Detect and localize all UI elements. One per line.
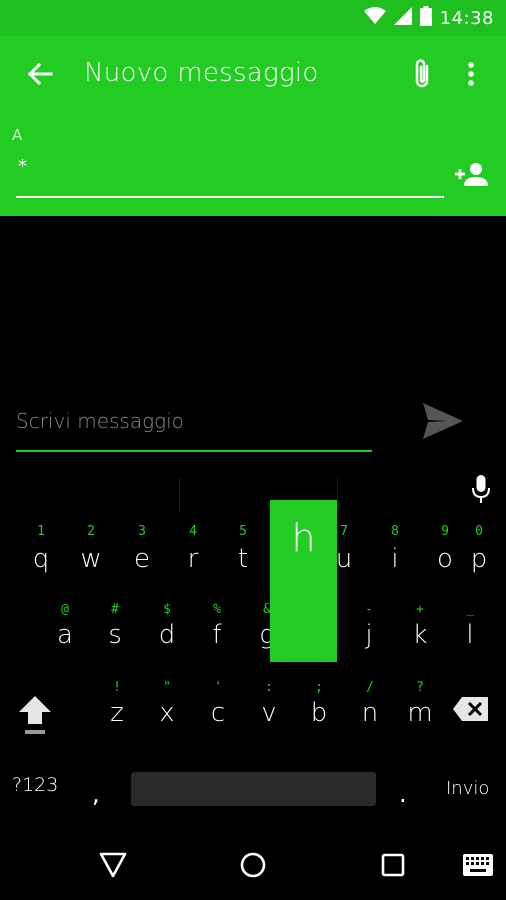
more-vert-icon [467, 61, 475, 91]
key-z[interactable]: ! z [93, 680, 141, 740]
key-v[interactable]: :v [245, 680, 293, 740]
nav-back-icon [99, 852, 127, 882]
message-input[interactable] [16, 404, 372, 438]
backspace-icon [452, 696, 490, 726]
enter-key[interactable]: Invio [446, 778, 489, 799]
key-s[interactable]: # s [91, 602, 139, 662]
backspace-key[interactable] [450, 696, 492, 726]
navigation-bar [0, 832, 506, 900]
shift-arrow-icon [17, 694, 53, 742]
key-w[interactable]: 2w [67, 524, 115, 584]
nav-home-button[interactable] [236, 850, 270, 884]
key-l[interactable]: _ l [446, 602, 494, 662]
comma-key[interactable]: , [92, 780, 100, 808]
recipient-underline [16, 196, 444, 198]
nav-recents-icon [381, 853, 405, 881]
app-bar: Nuovo messaggio A * [0, 36, 506, 216]
key-q[interactable]: 1q [17, 524, 65, 584]
battery-icon [419, 6, 432, 30]
microphone-icon [471, 474, 491, 508]
signal-icon [393, 7, 412, 29]
suggestion-divider [179, 478, 180, 512]
nav-home-icon [239, 851, 267, 883]
key-preview-popup: h [270, 500, 337, 662]
wifi-icon [363, 7, 386, 29]
key-a[interactable]: @ a [41, 602, 89, 662]
nav-recents-button[interactable] [376, 850, 410, 884]
key-d[interactable]: $ d [143, 602, 191, 662]
keyboard-switch-button[interactable] [460, 852, 496, 882]
key-preview-char: h [291, 516, 316, 560]
key-n[interactable]: / n [346, 680, 394, 740]
person-add-icon [455, 162, 489, 192]
recipient-field[interactable]: * [18, 156, 27, 177]
key-i[interactable]: 8i [371, 524, 419, 584]
key-e[interactable]: 3e [118, 524, 166, 584]
suggestion-divider [337, 478, 338, 512]
message-underline [16, 450, 372, 452]
status-icons: 14:38 [363, 6, 494, 30]
status-time: 14:38 [439, 7, 494, 29]
key-t[interactable]: 5t [219, 524, 267, 584]
recipient-label: A [12, 126, 23, 144]
space-key[interactable] [131, 772, 376, 806]
key-r[interactable]: 4r [169, 524, 217, 584]
key-p[interactable]: 0p [455, 524, 503, 584]
shift-key[interactable] [14, 694, 56, 742]
key-f[interactable]: % f [193, 602, 241, 662]
keyboard-switch-icon [463, 854, 493, 880]
send-button[interactable] [418, 400, 468, 446]
page-title: Nuovo messaggio [84, 58, 319, 88]
add-contact-button[interactable] [452, 160, 492, 194]
key-b[interactable]: ; b [295, 680, 343, 740]
key-x[interactable]: " x [143, 680, 191, 740]
symbols-key[interactable]: ?123 [12, 774, 58, 796]
send-icon [421, 401, 465, 445]
paperclip-icon [412, 58, 432, 94]
nav-back-button[interactable] [96, 850, 130, 884]
back-button[interactable] [22, 58, 58, 94]
period-key[interactable]: . [399, 780, 407, 808]
more-options-button[interactable] [456, 56, 486, 96]
key-c[interactable]: ' c [194, 680, 242, 740]
status-bar: 14:38 [0, 0, 506, 36]
back-arrow-icon [27, 62, 53, 90]
key-m[interactable]: ? m [396, 680, 444, 740]
voice-input-button[interactable] [466, 474, 496, 508]
key-j[interactable]: -j [345, 602, 393, 662]
key-k[interactable]: + k [396, 602, 444, 662]
attach-button[interactable] [404, 56, 440, 96]
